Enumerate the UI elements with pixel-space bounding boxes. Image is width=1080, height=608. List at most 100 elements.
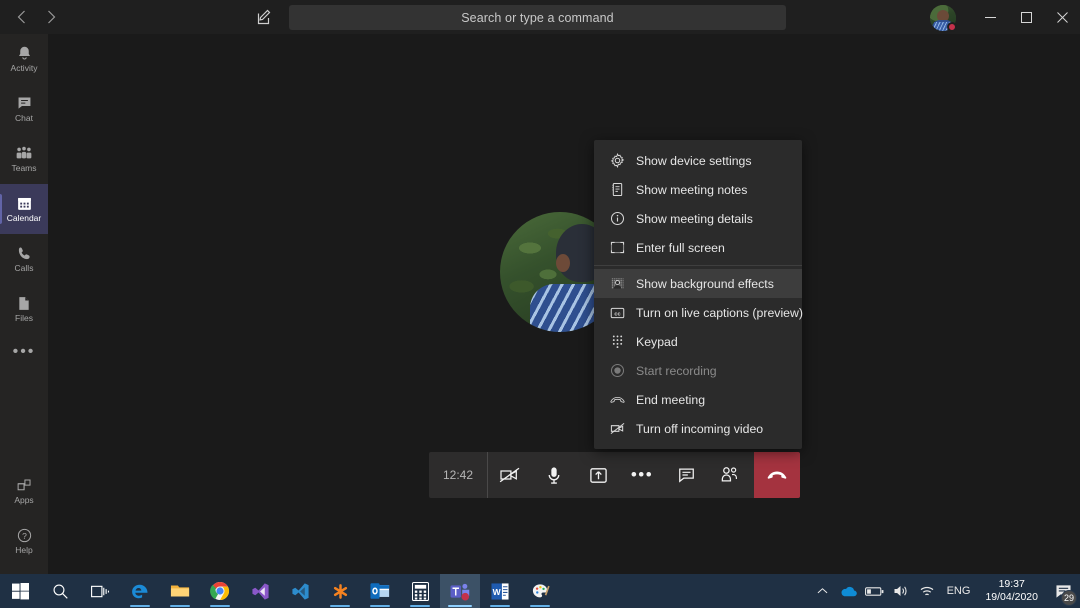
taskbar-search[interactable] (40, 574, 80, 608)
menu-item-start-recording: Start recording (594, 356, 802, 385)
menu-item-enter-full-screen[interactable]: Enter full screen (594, 233, 802, 262)
menu-item-show-meeting-details[interactable]: Show meeting details (594, 204, 802, 233)
menu-item-show-background-effects[interactable]: Show background effects (594, 265, 802, 298)
title-bar: Search or type a command (0, 0, 1080, 34)
language-indicator[interactable]: ENG (940, 585, 978, 597)
meeting-timer: 12:42 (442, 468, 474, 482)
sidebar-item-calls[interactable]: Calls (0, 234, 48, 284)
menu-item-label: Show meeting notes (636, 182, 748, 197)
maximize-button[interactable] (1008, 0, 1044, 34)
share-screen-button[interactable] (576, 452, 620, 498)
taskbar-teams[interactable] (440, 574, 480, 608)
menu-item-label: Show meeting details (636, 211, 753, 226)
taskbar-chrome[interactable] (200, 574, 240, 608)
notifications-icon[interactable]: 29 (1046, 574, 1080, 608)
show-participants-button[interactable] (708, 452, 752, 498)
taskbar-visual-studio[interactable] (240, 574, 280, 608)
menu-item-show-meeting-notes[interactable]: Show meeting notes (594, 175, 802, 204)
back-button[interactable] (6, 2, 36, 32)
app-sidebar: Activity Chat Teams Calendar Calls Files… (0, 34, 48, 574)
sidebar-item-calendar[interactable]: Calendar (0, 184, 48, 234)
battery-icon[interactable] (862, 574, 888, 608)
presence-status-badge (947, 22, 957, 32)
show-conversation-button[interactable] (664, 452, 708, 498)
menu-item-end-meeting[interactable]: End meeting (594, 385, 802, 414)
taskbar-edge[interactable] (120, 574, 160, 608)
menu-item-label: Turn on live captions (preview) (636, 305, 803, 320)
menu-item-turn-off-incoming-video[interactable]: Turn off incoming video (594, 414, 802, 443)
microphone-button[interactable] (532, 452, 576, 498)
hangup-phone-icon (610, 392, 625, 407)
volume-icon[interactable] (888, 574, 914, 608)
task-view-button[interactable] (80, 574, 120, 608)
minimize-button[interactable] (972, 0, 1008, 34)
background-effects-icon (610, 276, 625, 291)
full-screen-icon (610, 240, 625, 255)
close-button[interactable] (1044, 0, 1080, 34)
sidebar-item-label: Help (15, 545, 33, 555)
sidebar-item-label: Activity (10, 63, 38, 73)
window-controls (972, 0, 1080, 34)
taskbar-word[interactable]: W (480, 574, 520, 608)
menu-item-label: Enter full screen (636, 240, 725, 255)
camera-off-button[interactable] (488, 452, 532, 498)
onedrive-cloud-icon[interactable] (836, 574, 862, 608)
teams-meeting-window: Search or type a command Activity Chat T… (0, 0, 1080, 608)
sidebar-bottom-section: Apps ? Help (0, 466, 48, 566)
navigation-buttons (6, 2, 66, 32)
start-button[interactable] (0, 574, 40, 608)
menu-item-label: Start recording (636, 363, 717, 378)
menu-item-label: Keypad (636, 334, 678, 349)
menu-item-turn-on-live-captions[interactable]: cc Turn on live captions (preview) (594, 298, 803, 327)
taskbar-vs-code[interactable] (280, 574, 320, 608)
sidebar-item-label: Apps (14, 495, 34, 505)
wifi-icon[interactable] (914, 574, 940, 608)
clock[interactable]: 19:37 19/04/2020 (977, 578, 1046, 604)
forward-button[interactable] (36, 2, 66, 32)
sidebar-item-label: Chat (15, 113, 33, 123)
sidebar-item-activity[interactable]: Activity (0, 34, 48, 84)
menu-item-label: Show background effects (636, 276, 774, 291)
menu-item-label: End meeting (636, 392, 706, 407)
closed-captions-icon: cc (610, 305, 625, 320)
system-tray: ENG 19:37 19/04/2020 29 (810, 574, 1080, 608)
chevron-up-icon[interactable] (810, 574, 836, 608)
sidebar-item-label: Files (15, 313, 33, 323)
sidebar-more-apps-button[interactable]: ••• (0, 334, 48, 370)
meeting-control-bar: 12:42 ••• (429, 452, 800, 498)
menu-item-keypad[interactable]: Keypad (594, 327, 802, 356)
sidebar-item-chat[interactable]: Chat (0, 84, 48, 134)
notification-count-badge: 29 (1061, 590, 1077, 606)
menu-item-label: Turn off incoming video (636, 421, 764, 436)
sidebar-item-label: Teams (11, 163, 37, 173)
svg-text:cc: cc (614, 311, 620, 317)
taskbar-paint[interactable] (520, 574, 560, 608)
search-input[interactable]: Search or type a command (289, 5, 786, 30)
sidebar-item-apps[interactable]: Apps (0, 466, 48, 516)
sidebar-item-label: Calendar (6, 213, 42, 223)
gear-icon (610, 153, 625, 168)
keypad-icon (610, 334, 625, 349)
svg-text:?: ? (22, 531, 27, 541)
menu-item-label: Show device settings (636, 153, 752, 168)
taskbar-outlook[interactable] (360, 574, 400, 608)
avatar[interactable] (930, 5, 957, 32)
taskbar-gotomeeting[interactable] (320, 574, 360, 608)
taskbar-calculator[interactable] (400, 574, 440, 608)
clock-time: 19:37 (998, 578, 1025, 590)
taskbar-file-explorer[interactable] (160, 574, 200, 608)
more-actions-context-menu: Show device settings Show meeting notes … (594, 140, 803, 449)
clock-date: 19/04/2020 (985, 591, 1038, 603)
svg-text:W: W (493, 586, 502, 596)
sidebar-item-label: Calls (14, 263, 34, 273)
sidebar-item-help[interactable]: ? Help (0, 516, 48, 566)
more-actions-button[interactable]: ••• (620, 452, 664, 498)
search-placeholder: Search or type a command (461, 10, 614, 25)
info-circle-icon (610, 211, 625, 226)
windows-taskbar: W ENG 19:37 19/04/2020 29 (0, 574, 1080, 608)
sidebar-item-files[interactable]: Files (0, 284, 48, 334)
hang-up-button[interactable] (754, 452, 800, 498)
compose-pencil-icon[interactable] (254, 6, 276, 28)
menu-item-show-device-settings[interactable]: Show device settings (594, 146, 802, 175)
sidebar-item-teams[interactable]: Teams (0, 134, 48, 184)
